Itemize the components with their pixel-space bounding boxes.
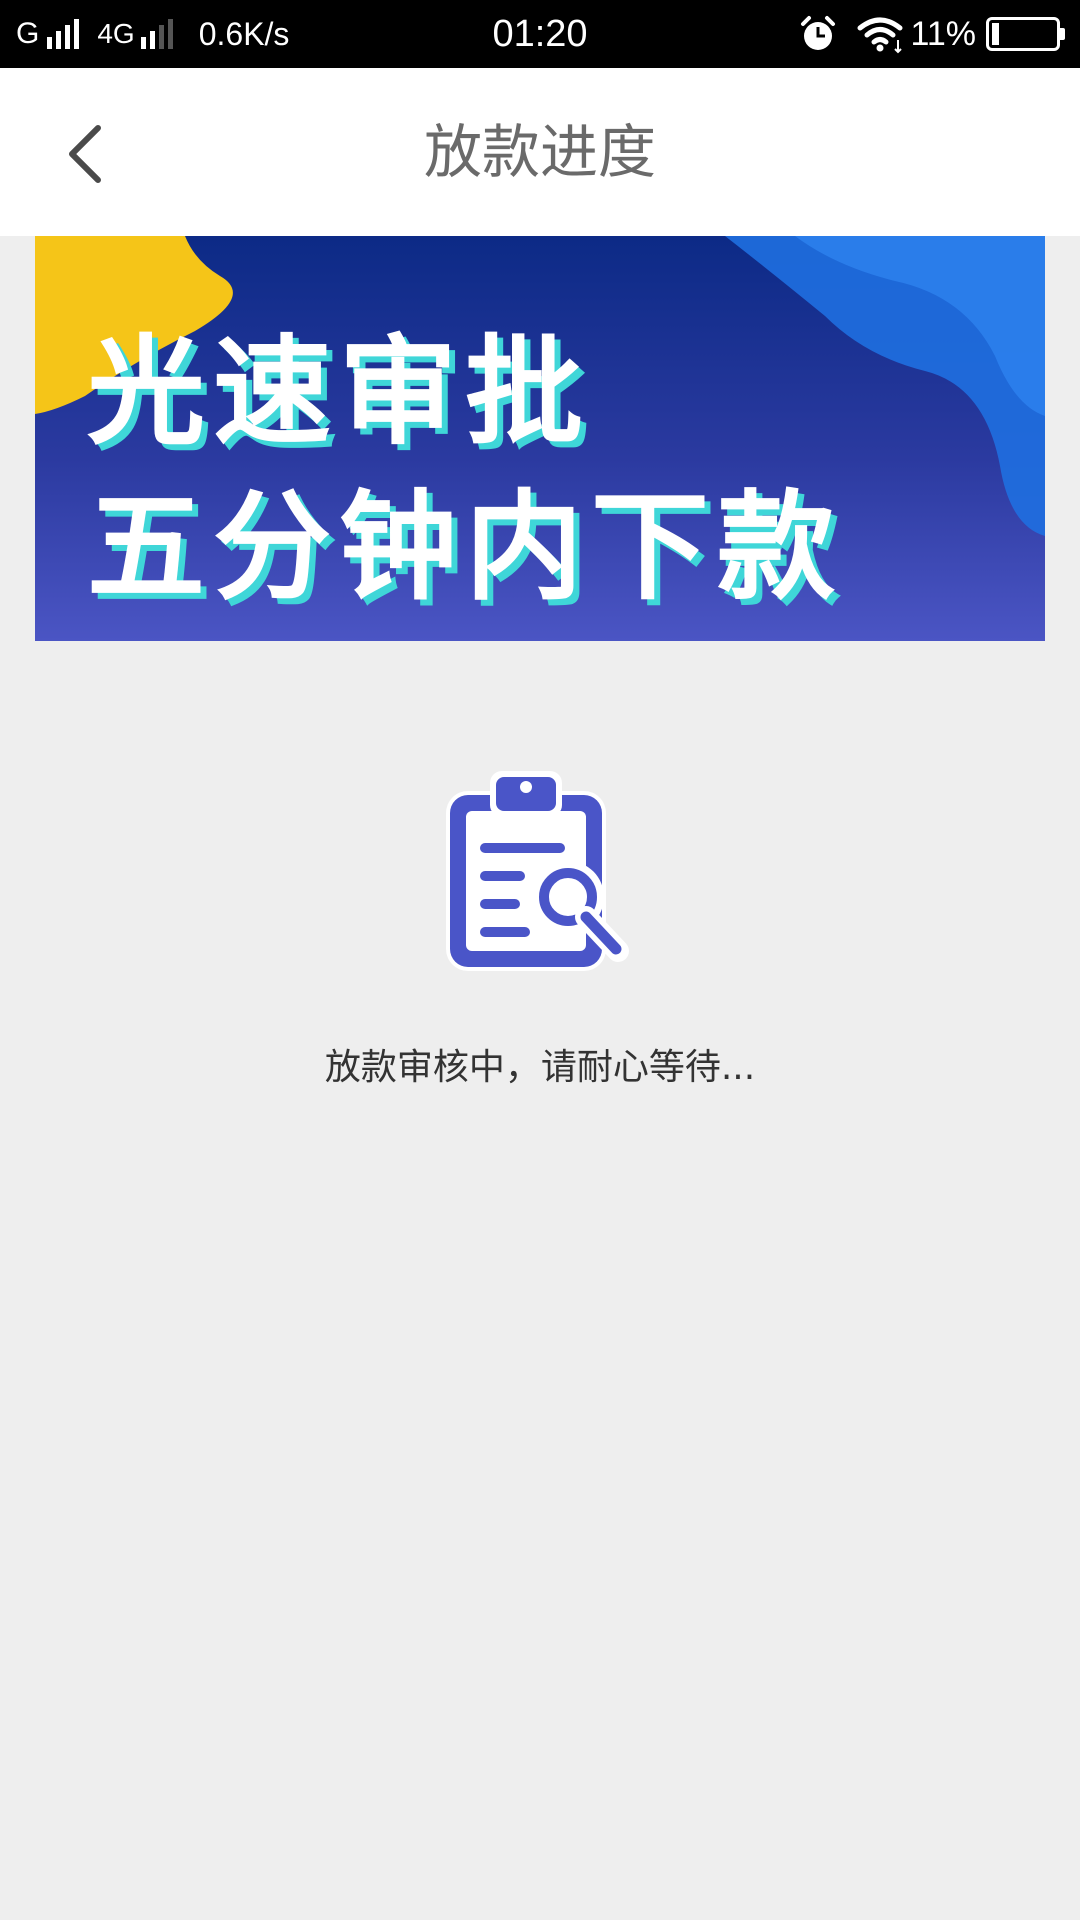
clipboard-search-icon <box>440 765 640 980</box>
chevron-left-icon <box>69 125 101 183</box>
battery-percent: 11% <box>910 14 976 53</box>
alarm-icon <box>801 16 836 50</box>
wifi-icon <box>857 17 903 54</box>
status-bar: G 4G 0.6K/s 01:20 11% <box>0 0 1080 68</box>
page-title: 放款进度 <box>423 118 656 186</box>
banner-headline: 光速审批 <box>87 323 592 461</box>
status-message: 放款审核中，请耐心等待... <box>324 1047 756 1088</box>
promo-banner[interactable]: 光速审批 五分钟内下款 <box>35 236 1045 641</box>
status-bar-right: 11% <box>798 0 1065 68</box>
banner-subheadline: 五分钟内下款 <box>87 478 844 616</box>
navigation-header: 放款进度 <box>0 68 1080 236</box>
back-button[interactable] <box>40 102 140 202</box>
battery-icon <box>986 17 1065 51</box>
